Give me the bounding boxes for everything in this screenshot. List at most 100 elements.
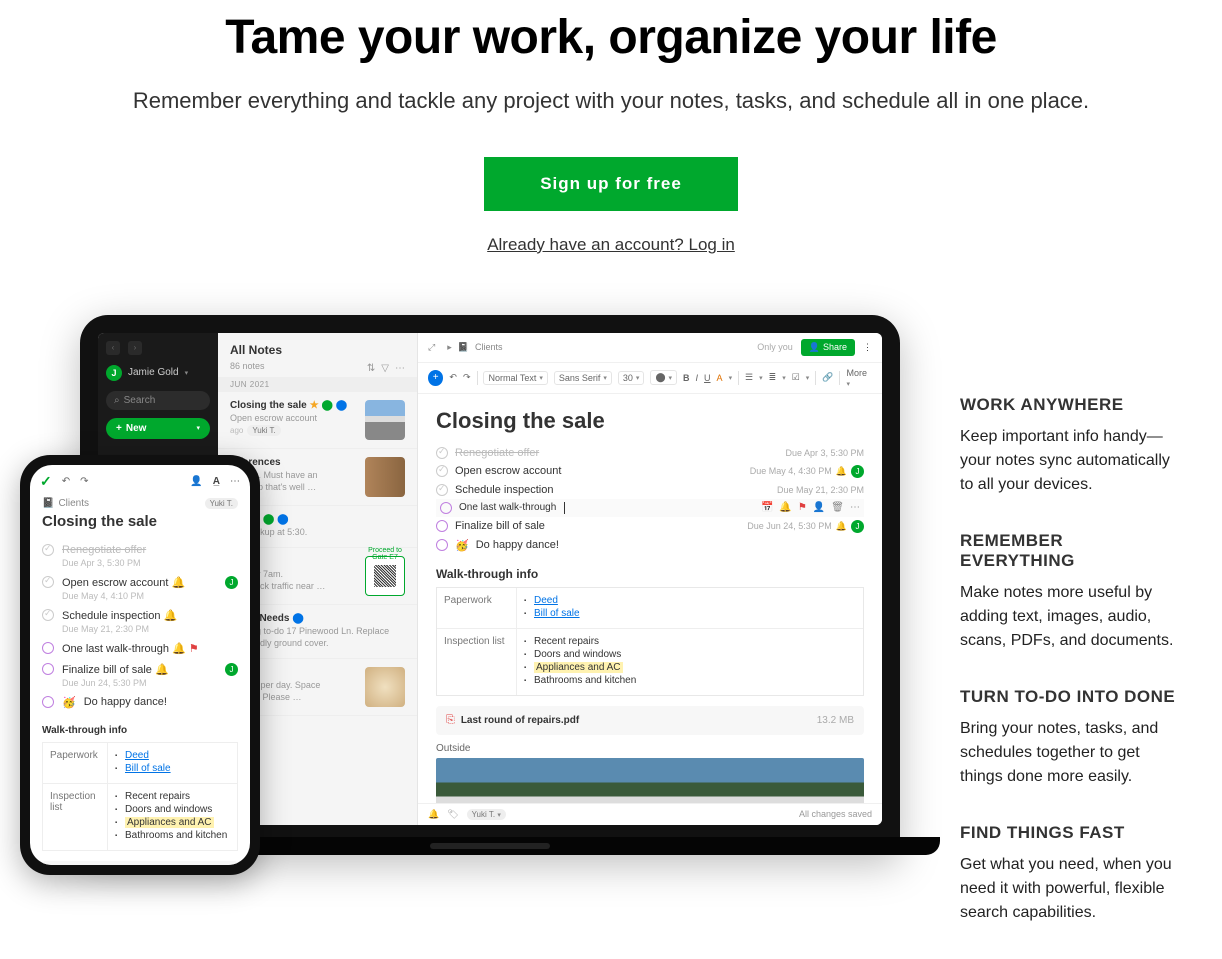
task-text[interactable]: One last walk-through — [459, 502, 556, 513]
link-icon[interactable]: 🔗 — [822, 372, 833, 383]
reminder-icon[interactable]: 🔔 — [428, 809, 439, 820]
task-row[interactable]: Schedule inspectionDue May 21, 2:30 PM — [436, 481, 864, 499]
nav-forward-icon[interactable]: › — [128, 341, 142, 355]
note-thumbnail — [365, 457, 405, 497]
undo-icon[interactable]: ↶ — [62, 476, 70, 487]
link[interactable]: Bill of sale — [125, 763, 171, 774]
delete-icon[interactable]: 🗑 — [831, 502, 844, 513]
task-row[interactable]: Finalize bill of saleDue Jun 24, 5:30 PM… — [436, 517, 864, 536]
insert-plus-icon[interactable]: + — [428, 370, 443, 386]
task-checkbox-icon[interactable] — [42, 663, 54, 675]
task-checkbox-icon[interactable] — [440, 502, 452, 514]
task-row[interactable]: One last walk-through 📅 🔔 ⚑ 👤 🗑 ⋯ — [436, 499, 864, 517]
avatar-icon: J — [225, 663, 238, 676]
task-row[interactable]: Open escrow account 🔔Due May 4, 4:10 PMJ — [42, 572, 238, 605]
new-label: New — [126, 423, 147, 434]
reminder-icon[interactable]: 🔔 — [779, 502, 791, 513]
task-row[interactable]: 🥳Do happy dance! — [436, 536, 864, 555]
bold-icon[interactable]: B — [683, 373, 690, 383]
more-menu[interactable]: More ▾ — [846, 368, 872, 388]
task-checkbox-icon[interactable] — [436, 539, 448, 551]
sort-icon[interactable]: ⇅ — [367, 363, 375, 374]
table-header: Paperwork — [43, 743, 108, 784]
size-select[interactable]: 30 ▾ — [618, 371, 645, 385]
task-row[interactable]: Finalize bill of sale 🔔Due Jun 24, 5:30 … — [42, 659, 238, 692]
avatar-icon: J — [225, 576, 238, 589]
expand-icon[interactable]: ⤢ — [428, 342, 435, 353]
assign-icon[interactable]: 👤 — [813, 502, 825, 513]
style-select[interactable]: Normal Text ▾ — [483, 371, 547, 385]
tag-icon[interactable]: 🏷 — [447, 809, 458, 820]
style-icon[interactable]: A̲ — [213, 476, 220, 487]
task-text: Open escrow account — [62, 577, 168, 589]
italic-icon[interactable]: I — [696, 373, 699, 383]
undo-icon[interactable]: ↶ — [449, 372, 457, 383]
link[interactable]: Deed — [125, 750, 149, 761]
task-row[interactable]: Open escrow accountDue May 4, 4:30 PM 🔔 … — [436, 462, 864, 481]
task-checkbox-icon[interactable] — [436, 447, 448, 459]
person-icon[interactable]: 👤 — [190, 476, 202, 487]
filter-icon[interactable]: ▽ — [381, 363, 389, 374]
note-title[interactable]: Closing the sale — [436, 408, 864, 434]
task-checkbox-icon[interactable] — [42, 696, 54, 708]
note-title[interactable]: Closing the sale — [42, 513, 238, 530]
flag-icon[interactable]: ⚑ — [798, 502, 807, 513]
task-checkbox-icon[interactable] — [42, 544, 54, 556]
emoji-icon: 🥳 — [455, 539, 469, 552]
checklist-icon[interactable]: ☑ — [792, 372, 800, 383]
tag-chip[interactable]: Yuki T. ▾ — [467, 809, 506, 820]
task-row[interactable]: Renegotiate offerDue Apr 3, 5:30 PM — [42, 540, 238, 572]
search-input[interactable]: ⌕ Search — [106, 391, 210, 410]
more-icon[interactable]: ⋯ — [850, 502, 860, 513]
feature-heading: FIND THINGS FAST — [960, 823, 1182, 843]
feature-item: TURN TO-DO INTO DONE Bring your notes, t… — [960, 687, 1182, 789]
list-item: Appliances and AC — [125, 817, 214, 828]
note-list-item[interactable]: Closing the sale ★ ⬤ ⬤ Open escrow accou… — [218, 392, 417, 449]
color-select[interactable]: ⬤ ▾ — [650, 370, 677, 385]
task-checkbox-icon[interactable] — [42, 609, 54, 621]
plus-icon: + — [116, 423, 122, 434]
font-select[interactable]: Sans Serif ▾ — [554, 371, 612, 385]
kebab-icon[interactable]: ⋮ — [863, 342, 872, 353]
redo-icon[interactable]: ↷ — [463, 372, 471, 383]
login-link[interactable]: Already have an account? Log in — [40, 235, 1182, 255]
task-checkbox-icon[interactable] — [436, 520, 448, 532]
task-text: Renegotiate offer — [62, 544, 146, 556]
task-row[interactable]: One last walk-through 🔔 ⚑ — [42, 638, 238, 659]
calendar-icon[interactable]: 📅 — [761, 502, 773, 513]
redo-icon[interactable]: ↷ — [80, 476, 88, 487]
tag-chip[interactable]: Yuki T. — [205, 498, 238, 509]
note-list-title: All Notes — [230, 343, 282, 357]
note-item-title: Closing the sale — [230, 400, 307, 411]
hero-subhead: Remember everything and tackle any proje… — [131, 85, 1091, 117]
breadcrumb[interactable]: Clients — [58, 498, 89, 509]
note-count: 86 notes — [218, 361, 277, 377]
task-checkbox-icon[interactable] — [42, 576, 54, 588]
signup-button[interactable]: Sign up for free — [484, 157, 738, 211]
task-checkbox-icon[interactable] — [436, 484, 448, 496]
link[interactable]: Deed — [534, 595, 558, 606]
bulleted-list-icon[interactable]: ☰ — [745, 372, 753, 383]
info-table: Paperwork Deed Bill of sale Inspection l… — [42, 742, 238, 851]
chevron-down-icon[interactable]: ▾ — [196, 424, 200, 432]
task-row[interactable]: 🥳Do happy dance! — [42, 692, 238, 713]
underline-icon[interactable]: U — [704, 373, 711, 383]
new-note-button[interactable]: + New ▾ — [106, 418, 210, 439]
check-icon[interactable]: ✓ — [40, 473, 52, 490]
highlight-icon[interactable]: A — [717, 373, 723, 383]
attachment-card[interactable]: ⎘Last round of repairs.pdf 13.2 MB — [436, 706, 864, 735]
attachment-card[interactable]: ⎘Last round of repairs.pdf 13.2 MB — [42, 861, 238, 865]
more-icon[interactable]: ⋯ — [230, 476, 240, 487]
numbered-list-icon[interactable]: ≣ — [769, 372, 777, 383]
more-icon[interactable]: ⋯ — [395, 363, 405, 374]
breadcrumb[interactable]: Clients — [475, 342, 503, 352]
share-button[interactable]: 👤Share — [801, 339, 855, 356]
link[interactable]: Bill of sale — [534, 608, 580, 619]
task-row[interactable]: Renegotiate offerDue Apr 3, 5:30 PM — [436, 444, 864, 462]
task-row[interactable]: Schedule inspection 🔔Due May 21, 2:30 PM — [42, 605, 238, 638]
task-checkbox-icon[interactable] — [436, 465, 448, 477]
emoji-icon: 🥳 — [62, 696, 76, 709]
task-checkbox-icon[interactable] — [42, 642, 54, 654]
nav-back-icon[interactable]: ‹ — [106, 341, 120, 355]
user-menu[interactable]: J Jamie Gold ▾ — [106, 365, 210, 381]
